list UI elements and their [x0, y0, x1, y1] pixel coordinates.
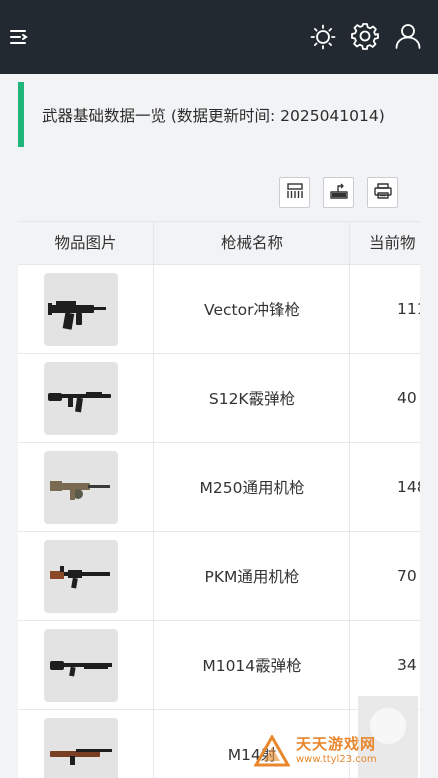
user-icon[interactable]: [393, 21, 423, 51]
watermark-url: www.ttyl23.com: [296, 754, 377, 765]
print-icon: [373, 182, 393, 204]
table-row[interactable]: Vector冲锋枪 111: [18, 265, 420, 354]
column-header-stock[interactable]: 当前物: [351, 222, 420, 265]
weapon-thumbnail: [44, 362, 118, 435]
export-icon: [329, 182, 349, 204]
gear-icon[interactable]: [350, 21, 380, 51]
notice-text: 武器基础数据一览 (数据更新时间: 2025041014): [42, 106, 385, 125]
table-header: 物品图片 枪械名称 当前物: [18, 221, 420, 265]
weapon-thumbnail: [44, 273, 118, 346]
column-header-name[interactable]: 枪械名称: [155, 222, 350, 265]
table-row[interactable]: PKM通用机枪 70: [18, 532, 420, 621]
table-toolbar: [18, 161, 420, 221]
weapon-stock: 148: [397, 478, 420, 496]
column-header-image[interactable]: 物品图片: [18, 222, 154, 265]
weapon-name: Vector冲锋枪: [155, 265, 350, 353]
column-filter-button[interactable]: [279, 177, 310, 208]
table-row[interactable]: M250通用机枪 148: [18, 443, 420, 532]
sun-icon[interactable]: [309, 23, 337, 51]
export-button[interactable]: [323, 177, 354, 208]
weapon-thumbnail: [44, 718, 118, 778]
site-watermark: 天天游戏网 www.ttyl23.com: [253, 733, 414, 769]
top-navbar: [0, 0, 438, 74]
watermark-title: 天天游戏网: [296, 735, 377, 753]
weapon-thumbnail: [44, 629, 118, 702]
weapon-name: S12K霰弹枪: [155, 354, 350, 442]
weapon-thumbnail: [44, 451, 118, 524]
weapon-table-panel: 物品图片 枪械名称 当前物 Vector冲锋枪 111 S12K霰弹枪 40: [18, 161, 420, 778]
weapon-thumbnail: [44, 540, 118, 613]
weapon-name: PKM通用机枪: [155, 532, 350, 620]
menu-icon[interactable]: [8, 26, 30, 48]
watermark-logo-icon: [253, 733, 291, 767]
table-row[interactable]: S12K霰弹枪 40: [18, 354, 420, 443]
grid-columns-icon: [286, 182, 304, 204]
print-button[interactable]: [367, 177, 398, 208]
weapon-stock: 111: [397, 300, 420, 318]
weapon-stock: 40: [397, 389, 417, 407]
weapon-name: M250通用机枪: [155, 443, 350, 531]
data-update-notice: 武器基础数据一览 (数据更新时间: 2025041014): [18, 82, 420, 147]
weapon-name: M1014霰弹枪: [155, 621, 350, 709]
weapon-stock: 70: [397, 567, 417, 585]
